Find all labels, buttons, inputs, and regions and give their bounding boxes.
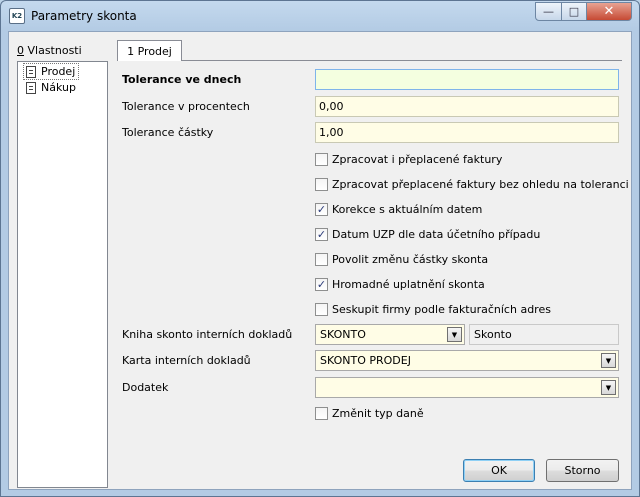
checkbox-box[interactable] bbox=[315, 177, 328, 191]
chevron-down-icon[interactable]: ▼ bbox=[447, 327, 462, 342]
checkbox-box[interactable]: ✓ bbox=[315, 227, 328, 241]
dialog-window: K2 Parametry skonta — □ ✕ 0 Vlastnosti P… bbox=[0, 0, 640, 497]
checkbox-label: Hromadné uplatnění skonta bbox=[332, 277, 485, 291]
tab-divider bbox=[182, 60, 622, 61]
checkbox-label: Seskupit firmy podle fakturačních adres bbox=[332, 302, 551, 316]
minimize-icon: — bbox=[543, 5, 554, 18]
dialog-client-area: 0 Vlastnosti Prodej Nákup 1 Prodej Toler… bbox=[8, 31, 632, 490]
checkbox-allow-amount-change[interactable]: Povolit změnu částky skonta bbox=[315, 251, 488, 267]
card-select[interactable]: SKONTO PRODEJ ▼ bbox=[315, 350, 619, 371]
addendum-select[interactable]: ▼ bbox=[315, 377, 619, 398]
title-bar[interactable]: K2 Parametry skonta — □ ✕ bbox=[1, 1, 639, 31]
checkbox-box[interactable]: ✓ bbox=[315, 277, 328, 291]
maximize-button[interactable]: □ bbox=[561, 2, 587, 21]
checkbox-label: Korekce s aktuálním datem bbox=[332, 202, 483, 216]
app-icon: K2 bbox=[9, 8, 25, 24]
book-name-field: Skonto bbox=[469, 324, 619, 345]
maximize-icon: □ bbox=[568, 5, 580, 18]
tolerance-days-label: Tolerance ve dnech bbox=[122, 73, 242, 86]
tolerance-amount-input[interactable]: 1,00 bbox=[315, 122, 619, 143]
close-icon: ✕ bbox=[603, 4, 615, 19]
tree-item-prodej[interactable]: Prodej bbox=[22, 63, 80, 80]
check-icon: ✓ bbox=[316, 277, 327, 291]
tree-item-nakup[interactable]: Nákup bbox=[24, 80, 79, 95]
ok-button[interactable]: OK bbox=[463, 459, 535, 482]
addendum-label: Dodatek bbox=[122, 381, 169, 394]
properties-label: 0 Vlastnosti bbox=[17, 44, 82, 57]
checkbox-label: Zpracovat i přeplacené faktury bbox=[332, 152, 503, 166]
checkbox-label: Zpracovat přeplacené faktury bez ohledu … bbox=[332, 177, 629, 191]
checkbox-change-tax-type[interactable]: Změnit typ daně bbox=[315, 405, 424, 421]
check-icon: ✓ bbox=[316, 202, 327, 216]
checkbox-label: Změnit typ daně bbox=[332, 406, 424, 420]
checkbox-overpaid-no-tolerance[interactable]: Zpracovat přeplacené faktury bez ohledu … bbox=[315, 176, 629, 192]
checkbox-uzp-date[interactable]: ✓ Datum UZP dle data účetního případu bbox=[315, 226, 540, 242]
checkbox-box[interactable] bbox=[315, 406, 328, 420]
checkbox-correction-current-date[interactable]: ✓ Korekce s aktuálním datem bbox=[315, 201, 482, 217]
book-select-value: SKONTO bbox=[320, 328, 366, 341]
tree-item-label: Nákup bbox=[41, 81, 76, 94]
window-title: Parametry skonta bbox=[31, 9, 137, 23]
checkbox-group-by-address[interactable]: Seskupit firmy podle fakturačních adres bbox=[315, 301, 551, 317]
chevron-down-icon[interactable]: ▼ bbox=[601, 353, 616, 368]
checkbox-label: Datum UZP dle data účetního případu bbox=[332, 227, 541, 241]
book-label: Kniha skonto interních dokladů bbox=[122, 328, 293, 341]
tolerance-amount-label: Tolerance částky bbox=[122, 126, 214, 139]
tab-prodej[interactable]: 1 Prodej bbox=[117, 40, 182, 61]
document-icon bbox=[26, 65, 36, 78]
tolerance-days-input[interactable] bbox=[315, 69, 619, 90]
checkbox-label: Povolit změnu částky skonta bbox=[332, 252, 489, 266]
check-icon: ✓ bbox=[316, 227, 327, 241]
checkbox-overpaid[interactable]: Zpracovat i přeplacené faktury bbox=[315, 151, 502, 167]
checkbox-box[interactable] bbox=[315, 152, 328, 166]
checkbox-box[interactable] bbox=[315, 252, 328, 266]
minimize-button[interactable]: — bbox=[535, 2, 562, 21]
cancel-button[interactable]: Storno bbox=[546, 459, 619, 482]
document-icon bbox=[26, 81, 36, 94]
tolerance-pct-label: Tolerance v procentech bbox=[122, 100, 250, 113]
tree-item-label: Prodej bbox=[41, 65, 76, 78]
checkbox-box[interactable]: ✓ bbox=[315, 202, 328, 216]
card-label: Karta interních dokladů bbox=[122, 354, 251, 367]
properties-tree[interactable]: Prodej Nákup bbox=[17, 61, 108, 488]
book-select[interactable]: SKONTO ▼ bbox=[315, 324, 465, 345]
close-button[interactable]: ✕ bbox=[586, 2, 632, 21]
chevron-down-icon[interactable]: ▼ bbox=[601, 380, 616, 395]
checkbox-box[interactable] bbox=[315, 302, 328, 316]
checkbox-bulk-apply[interactable]: ✓ Hromadné uplatnění skonta bbox=[315, 276, 485, 292]
card-select-value: SKONTO PRODEJ bbox=[320, 354, 411, 367]
tolerance-pct-input[interactable]: 0,00 bbox=[315, 96, 619, 117]
